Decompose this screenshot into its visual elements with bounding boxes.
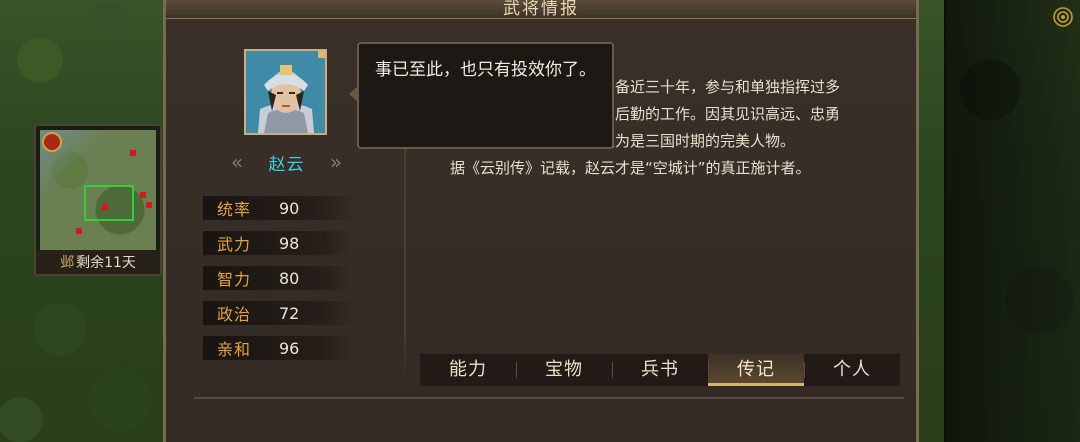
hero-portrait[interactable] [244, 49, 327, 135]
bottom-divider [194, 397, 904, 399]
hero-name: 赵云 [268, 154, 305, 175]
stat-row-charisma: 亲和 96 [203, 336, 353, 360]
stat-label: 亲和 [217, 340, 252, 359]
stat-value: 96 [279, 338, 300, 358]
stat-value: 72 [279, 303, 300, 323]
minimap-days-remaining: 剩余11天 [76, 255, 136, 271]
speech-bubble[interactable]: 事已至此，也只有投效你了。 [357, 42, 614, 149]
info-tabs: 能力 宝物 兵书 传记 个人 [420, 354, 900, 386]
chevron-left-icon[interactable]: « [230, 150, 244, 174]
general-info-panel: 武将情报 « 赵云 » 统率 90 武力 98 智力 80 政治 72 亲和 9… [163, 0, 919, 442]
minimap-view[interactable] [40, 130, 156, 250]
minimap-marker [102, 204, 108, 210]
right-map-shade [944, 0, 1080, 442]
tab-ability[interactable]: 能力 [420, 354, 516, 386]
stat-label: 统率 [217, 200, 252, 219]
tab-military-book[interactable]: 兵书 [612, 354, 708, 386]
stat-value: 90 [279, 198, 300, 218]
minimap-marker [76, 228, 82, 234]
hero-name-row: « 赵云 » [230, 150, 343, 175]
chevron-right-icon[interactable]: » [329, 150, 343, 174]
stat-row-intelligence: 智力 80 [203, 266, 353, 290]
stat-label: 政治 [217, 305, 252, 324]
stat-label: 智力 [217, 270, 252, 289]
panel-title-bar: 武将情报 [166, 0, 916, 19]
signal-icon[interactable] [1052, 6, 1074, 28]
panel-title: 武将情报 [503, 0, 579, 19]
stat-row-leadership: 统率 90 [203, 196, 353, 220]
stat-label: 武力 [217, 235, 252, 254]
minimap-viewport-frame [84, 185, 134, 221]
portrait-corner-ornament [318, 51, 325, 58]
minimap[interactable]: 邺 剩余11天 [34, 124, 162, 276]
hero-stats: 统率 90 武力 98 智力 80 政治 72 亲和 96 [203, 196, 353, 371]
minimap-marker [140, 192, 146, 198]
hero-portrait-image [246, 51, 325, 133]
stat-row-politics: 政治 72 [203, 301, 353, 325]
tab-personal[interactable]: 个人 [804, 354, 900, 386]
stat-row-force: 武力 98 [203, 231, 353, 255]
minimap-footer: 邺 剩余11天 [36, 250, 160, 274]
minimap-marker [146, 202, 152, 208]
stat-value: 98 [279, 233, 300, 253]
tab-biography[interactable]: 传记 [708, 354, 804, 386]
stat-value: 80 [279, 268, 300, 288]
minimap-city-label: 邺 [60, 255, 75, 271]
tab-treasure[interactable]: 宝物 [516, 354, 612, 386]
bio-line: 据《云别传》记载，赵云才是“空城计”的真正施计者。 [450, 159, 811, 177]
minimap-marker [130, 150, 136, 156]
faction-badge-icon[interactable] [42, 132, 62, 152]
speech-text: 事已至此，也只有投效你了。 [375, 60, 596, 80]
